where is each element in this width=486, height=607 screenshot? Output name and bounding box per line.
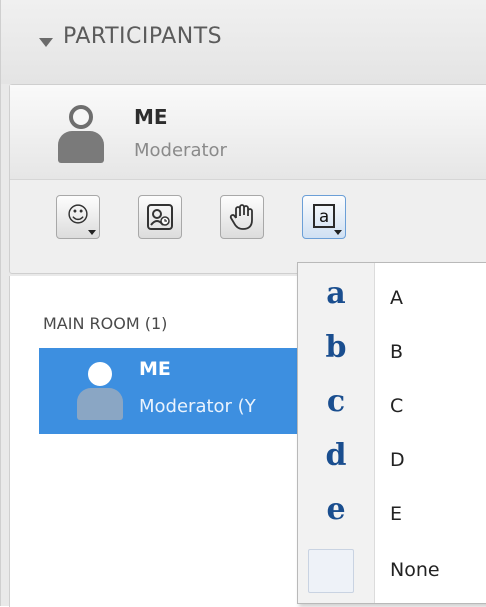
my-status-card: ME Moderator ☺ a: [9, 84, 486, 274]
smiley-icon: ☺: [66, 203, 90, 228]
hand-icon: [229, 204, 253, 230]
dropdown-arrow-icon: [88, 230, 96, 235]
menu-item-label: E: [390, 503, 403, 525]
menu-item-label: D: [390, 449, 405, 471]
answer-letter-icon: a: [313, 204, 335, 228]
participants-panel: PARTICIPANTS ME Moderator ☺ a MAIN ROOM …: [0, 0, 486, 607]
menu-item-e[interactable]: e E: [298, 487, 486, 541]
letter-c-icon: c: [326, 384, 346, 419]
menu-item-label: B: [390, 341, 404, 363]
menu-item-label: A: [390, 287, 403, 309]
my-name: ME: [134, 105, 168, 129]
status-button[interactable]: [138, 195, 182, 239]
menu-item-c[interactable]: c C: [298, 379, 486, 433]
letter-e-icon: e: [326, 492, 346, 527]
menu-item-label: None: [390, 559, 440, 581]
raise-hand-button[interactable]: [220, 195, 264, 239]
user-clock-icon: [147, 204, 173, 230]
participants-header[interactable]: PARTICIPANTS: [1, 0, 486, 84]
participant-role: Moderator (Y: [139, 396, 256, 417]
participant-avatar-icon: [77, 362, 123, 422]
collapse-caret-icon[interactable]: [39, 38, 53, 47]
room-label: MAIN ROOM (1): [43, 314, 168, 333]
participant-row[interactable]: ME Moderator (Y: [39, 348, 309, 434]
letter-a-icon: a: [326, 276, 346, 311]
avatar-icon: [58, 105, 104, 165]
menu-item-a[interactable]: a A: [298, 271, 486, 325]
menu-item-d[interactable]: d D: [298, 433, 486, 487]
emoticon-button[interactable]: ☺: [56, 195, 100, 239]
participant-name: ME: [139, 358, 171, 380]
panel-title: PARTICIPANTS: [63, 24, 223, 49]
empty-box-icon: [308, 549, 354, 593]
letter-b-icon: b: [325, 330, 347, 365]
answer-dropdown-menu: a A b B c C d D e E None: [297, 262, 486, 604]
menu-item-b[interactable]: b B: [298, 325, 486, 379]
my-identity: ME Moderator: [10, 85, 486, 180]
menu-item-label: C: [390, 395, 404, 417]
menu-item-none[interactable]: None: [298, 543, 486, 597]
my-role: Moderator: [134, 140, 227, 161]
answer-button[interactable]: a: [302, 195, 346, 239]
dropdown-arrow-icon: [334, 230, 342, 235]
letter-d-icon: d: [325, 438, 347, 473]
